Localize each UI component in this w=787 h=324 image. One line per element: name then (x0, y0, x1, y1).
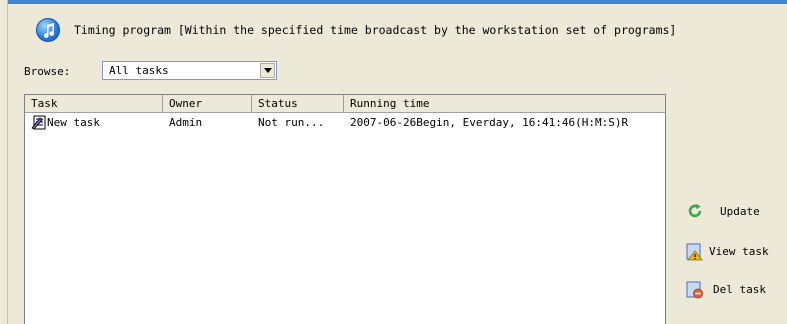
table-row[interactable]: New task Admin Not run... 2007-06-26Begi… (25, 114, 665, 131)
del-task-label: Del task (713, 283, 766, 296)
update-button[interactable]: Update (686, 202, 776, 222)
chevron-down-icon (264, 68, 272, 73)
delete-task-icon (686, 280, 704, 299)
column-header-owner[interactable]: Owner (163, 95, 252, 112)
music-note-icon (36, 18, 60, 42)
window-top-border (0, 0, 787, 4)
refresh-icon (686, 202, 704, 220)
list-header: Task Owner Status Running time (25, 95, 665, 113)
browse-select[interactable]: All tasks (102, 61, 277, 80)
task-status: Not run... (258, 116, 325, 129)
task-file-icon (31, 115, 47, 133)
task-name: New task (47, 116, 100, 129)
browse-select-value: All tasks (109, 64, 169, 77)
dropdown-button[interactable] (260, 63, 275, 78)
page-title: Timing program [Within the specified tim… (74, 23, 677, 37)
view-task-button[interactable]: View task (686, 242, 782, 262)
view-task-icon (686, 242, 704, 261)
window-left-border (0, 0, 8, 324)
task-running-time: 2007-06-26Begin, Everday, 16:41:46(H:M:S… (350, 116, 629, 129)
update-label: Update (720, 205, 760, 218)
column-header-task[interactable]: Task (25, 95, 163, 112)
task-owner: Admin (169, 116, 203, 129)
task-list[interactable]: Task Owner Status Running time New task … (24, 94, 666, 324)
view-task-label: View task (709, 245, 769, 258)
del-task-button[interactable]: Del task (686, 280, 778, 300)
column-header-status[interactable]: Status (252, 95, 344, 112)
column-header-running-time[interactable]: Running time (344, 95, 665, 112)
browse-label: Browse: (24, 65, 71, 78)
